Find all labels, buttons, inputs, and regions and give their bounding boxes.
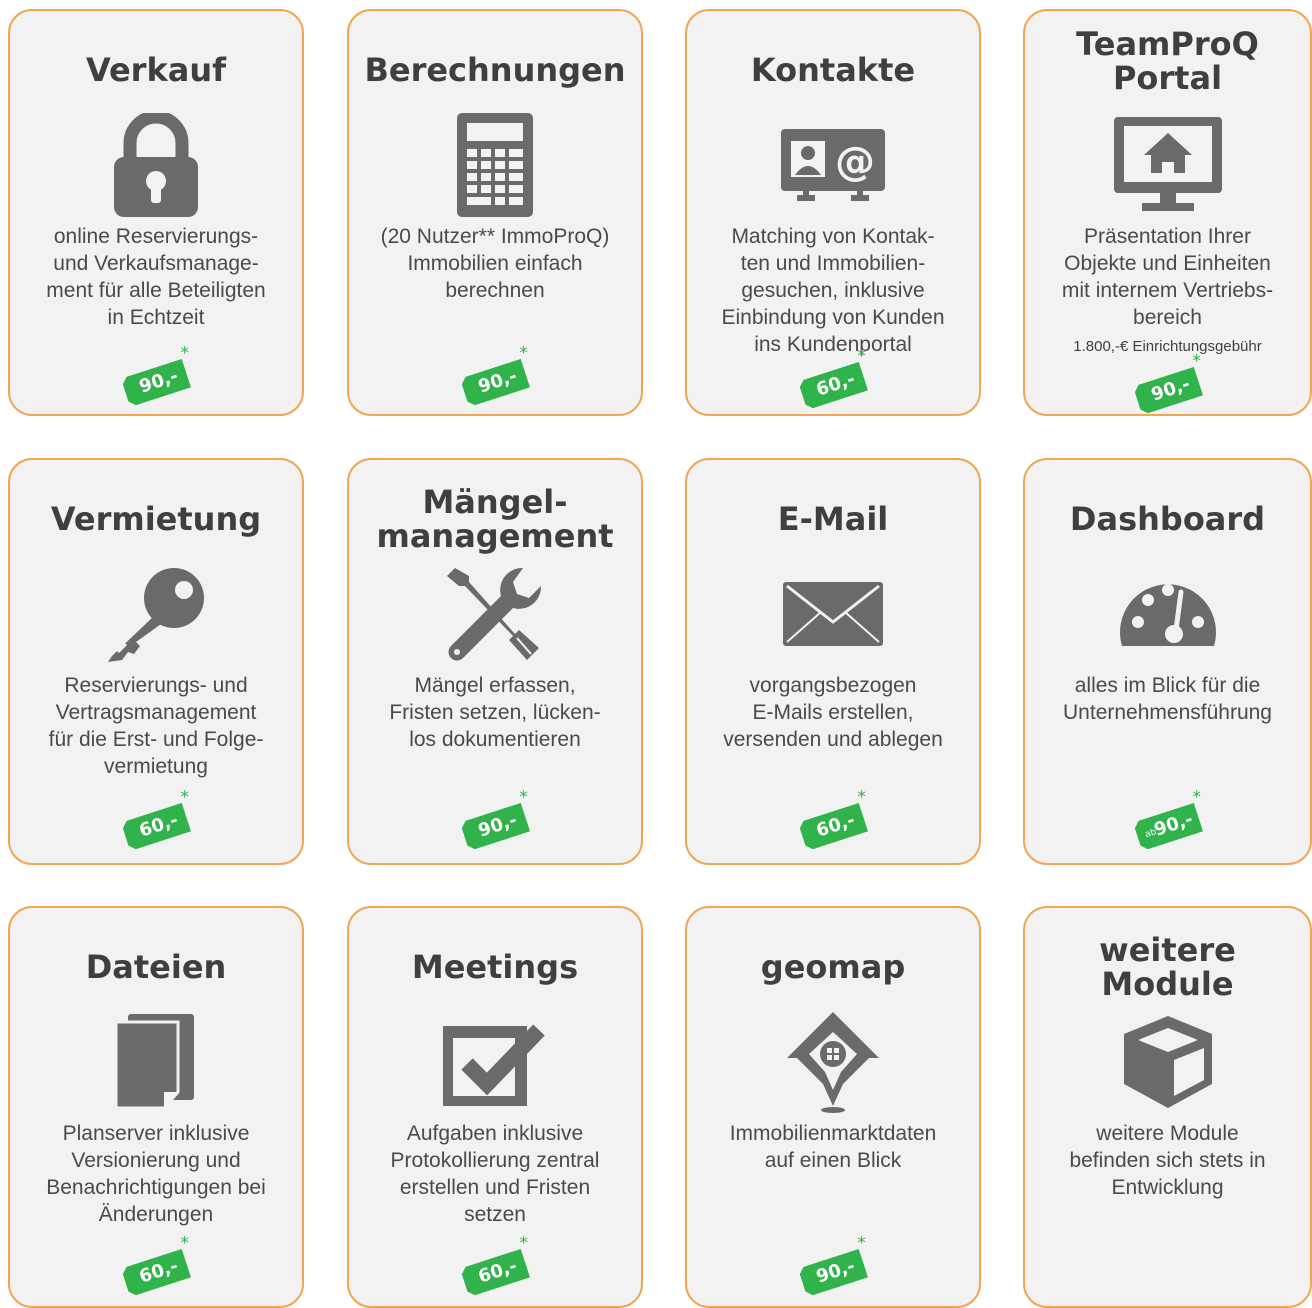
gauge-icon (1113, 562, 1223, 666)
price-tag: 90,- * (460, 788, 531, 851)
price-tag: 60,- * (798, 347, 869, 410)
price-asterisk: * (179, 1233, 189, 1254)
price-asterisk: * (856, 346, 866, 367)
price-asterisk: * (179, 787, 189, 808)
module-card-e-mail[interactable]: E-Mail vorgangsbezogen E-Mails erstellen… (685, 458, 981, 865)
contact-card-icon: @ (778, 113, 888, 217)
price-tag: 90,- * (1132, 352, 1203, 415)
module-card-kontakte[interactable]: Kontakte @ Matching von Kontak- ten und … (685, 9, 981, 416)
card-description: alles im Blick für die Unternehmensführu… (1063, 674, 1272, 724)
price-tag: 90,- * (460, 344, 531, 407)
calculator-icon (440, 113, 550, 217)
card-description: Mängel erfassen, Fristen setzen, lücken-… (389, 674, 601, 751)
card-description: online Reservierungs- und Verkaufsmanage… (46, 225, 266, 329)
card-title: Mängel- management (376, 483, 614, 555)
card-title: Berechnungen (364, 51, 626, 89)
card-title: E-Mail (777, 500, 889, 538)
module-card-geomap[interactable]: geomap Immobilienmarktdaten auf einen Bl… (685, 906, 981, 1308)
map-pin-house-icon (778, 1010, 888, 1114)
price-asterisk: * (856, 787, 866, 808)
envelope-icon (778, 562, 888, 666)
card-description: Reservierungs- und Vertragsmanagement fü… (48, 674, 264, 778)
price-asterisk: * (179, 343, 189, 364)
price-tag: 90,- * (798, 1234, 869, 1297)
card-description: Matching von Kontak- ten und Immobilien-… (721, 225, 945, 356)
checkbox-icon (440, 1010, 550, 1114)
price-asterisk: * (1191, 351, 1200, 372)
svg-text:@: @ (835, 139, 875, 185)
price-tag: 90,- * (121, 344, 192, 407)
card-description: Immobilienmarktdaten auf einen Blick (729, 1122, 937, 1172)
card-description: Planserver inklusive Versionierung und B… (46, 1122, 266, 1226)
module-card-berechnungen[interactable]: Berechnungen (20 Nutzer** ImmoProQ) Immo… (347, 9, 643, 416)
card-title: Meetings (411, 948, 579, 986)
module-card-weitere-module[interactable]: weitere Module weitere Module befinden s… (1023, 906, 1312, 1308)
lock-icon (101, 113, 211, 217)
price-tag: 60,- * (798, 788, 869, 851)
price-asterisk: * (1191, 787, 1200, 808)
module-card-dateien[interactable]: Dateien Planserver inklusive Versionieru… (8, 906, 304, 1308)
card-description: weitere Module befinden sich stets in En… (1069, 1122, 1266, 1199)
key-icon (101, 562, 211, 666)
tools-icon (440, 562, 550, 666)
box-icon (1113, 1010, 1223, 1114)
price-tag: ab 90,- * (1132, 788, 1203, 851)
price-asterisk: * (518, 1233, 528, 1254)
module-card-maengelmanagement[interactable]: Mängel- management Mängel erfassen, Fris… (347, 458, 643, 865)
card-description: Aufgaben inklusive Protokollierung zentr… (390, 1122, 600, 1226)
card-title: Verkauf (85, 51, 227, 89)
card-title: Dashboard (1069, 500, 1266, 538)
setup-fee-note: 1.800,-€ Einrichtungsgebühr (1073, 338, 1262, 355)
card-title: weitere Module (1099, 931, 1236, 1003)
monitor-home-icon (1113, 113, 1223, 217)
price-tag: 60,- * (460, 1234, 531, 1297)
card-title: geomap (760, 948, 906, 986)
module-card-vermietung[interactable]: Vermietung Reservierungs- und Vertragsma… (8, 458, 304, 865)
price-tag: 60,- * (121, 788, 192, 851)
price-asterisk: * (518, 787, 528, 808)
card-title: Vermietung (50, 500, 262, 538)
card-description: (20 Nutzer** ImmoProQ) Immobilien einfac… (380, 225, 610, 302)
module-card-meetings[interactable]: Meetings Aufgaben inklusive Protokollier… (347, 906, 643, 1308)
files-icon (101, 1010, 211, 1114)
module-card-verkauf[interactable]: Verkauf online Reservierungs- und Verkau… (8, 9, 304, 416)
price-tag: 60,- * (121, 1234, 192, 1297)
module-card-teamproq-portal[interactable]: TeamProQ Portal Präsentation Ihrer Objek… (1023, 9, 1312, 416)
module-card-dashboard[interactable]: Dashboard alles im Blick für die Unterne… (1023, 458, 1312, 865)
card-title: Dateien (85, 948, 227, 986)
price-asterisk: * (856, 1233, 866, 1254)
card-title: Kontakte (750, 51, 916, 89)
card-description: Präsentation Ihrer Objekte und Einheiten… (1061, 225, 1274, 329)
card-title: TeamProQ Portal (1076, 25, 1259, 97)
price-asterisk: * (518, 343, 528, 364)
card-description: vorgangsbezogen E-Mails erstellen, verse… (723, 674, 943, 751)
price-value: 90,- (1151, 808, 1196, 841)
